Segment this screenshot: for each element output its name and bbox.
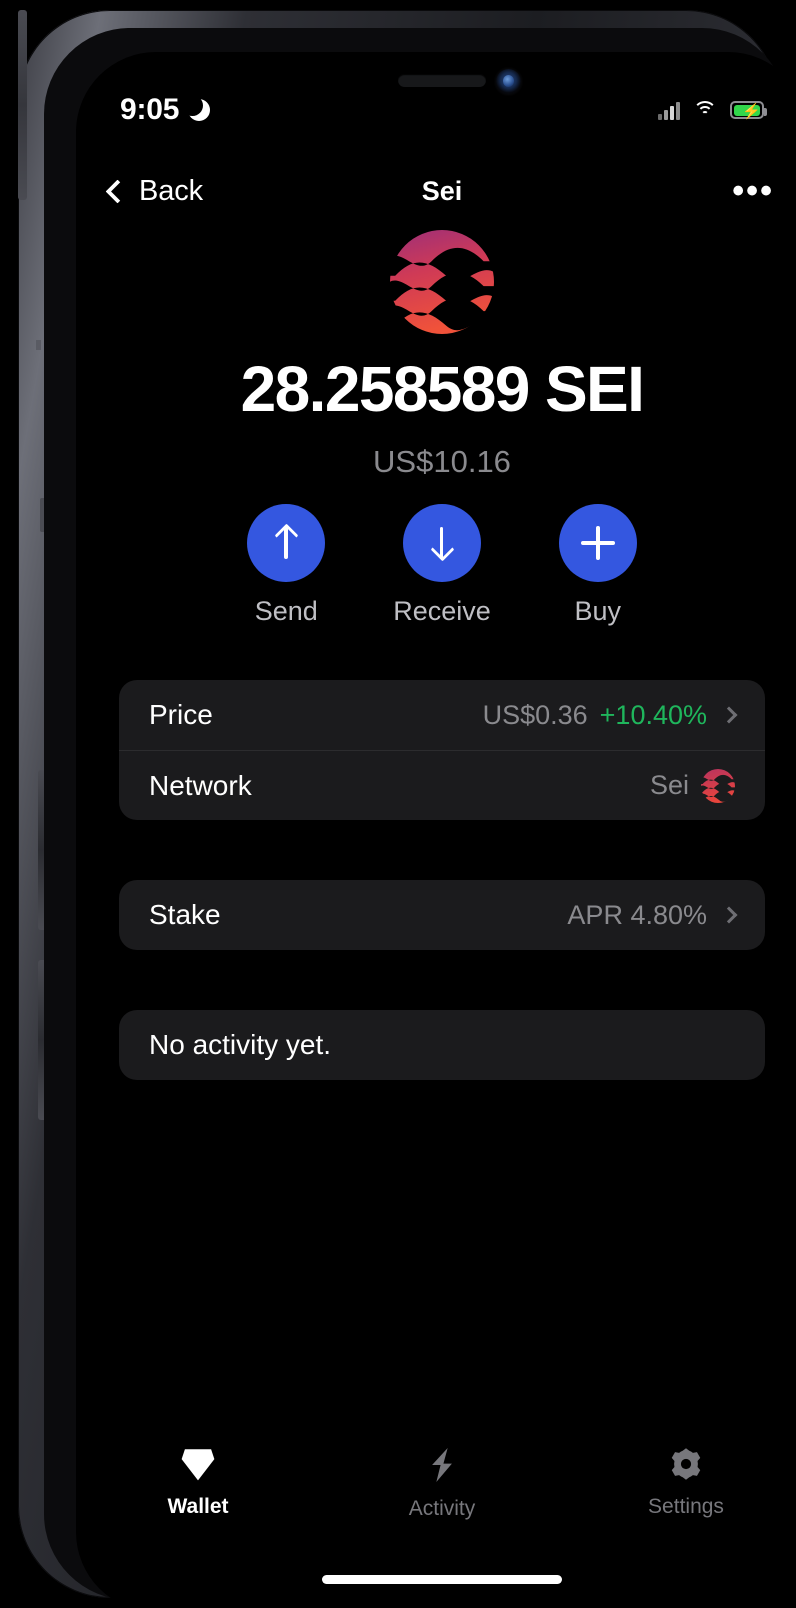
token-info-card: Price US$0.36 +10.40% Network Sei: [119, 680, 765, 820]
activity-empty-row: No activity yet.: [119, 1010, 765, 1080]
antenna-band: [36, 340, 41, 350]
network-row-value-group: Sei: [649, 768, 735, 803]
action-buttons: Send Receive Buy: [76, 504, 796, 627]
dynamic-island-area: [76, 52, 796, 112]
chevron-right-icon: [720, 706, 738, 724]
token-balance: 28.258589 SEI: [240, 353, 645, 425]
price-row-label: Price: [149, 699, 213, 730]
sei-logo-icon: [701, 768, 735, 803]
stake-row[interactable]: Stake APR 4.80%: [119, 880, 765, 950]
buy-button[interactable]: Buy: [558, 504, 637, 627]
stake-row-value-group: APR 4.80%: [567, 899, 738, 931]
screenshot-root: 9:05 ⚡ Back Sei ••• 28.258589 SEI US$10.…: [0, 0, 796, 1608]
page-title: Sei: [421, 175, 463, 206]
network-row[interactable]: Network Sei: [119, 750, 765, 820]
stake-card: Stake APR 4.80%: [119, 880, 765, 950]
price-change: +10.40%: [599, 699, 707, 730]
bolt-icon: [432, 1448, 452, 1482]
tab-activity-label: Activity: [408, 1497, 476, 1520]
navigation-bar: Back Sei •••: [76, 160, 796, 222]
bottom-tab-bar: Wallet Activity Settings: [76, 1442, 796, 1538]
activity-card: No activity yet.: [119, 1010, 765, 1080]
send-button[interactable]: Send: [247, 504, 326, 627]
tab-activity[interactable]: Activity: [367, 1446, 517, 1521]
earpiece-speaker-icon: [398, 74, 486, 87]
network-row-label: Network: [149, 769, 252, 801]
tab-settings[interactable]: Settings: [611, 1446, 761, 1519]
activity-empty-text: No activity yet.: [149, 1029, 332, 1060]
arrow-up-icon: [271, 523, 301, 561]
chevron-right-icon: [720, 906, 738, 924]
phone-frame: 9:05 ⚡ Back Sei ••• 28.258589 SEI US$10.…: [18, 10, 796, 1608]
gear-icon: [671, 1448, 701, 1480]
send-button-label: Send: [254, 596, 318, 626]
receive-button-label: Receive: [393, 596, 491, 626]
price-row-value-group: US$0.36 +10.40%: [482, 699, 738, 731]
token-fiat-value: US$10.16: [373, 444, 511, 479]
phone-bezel: 9:05 ⚡ Back Sei ••• 28.258589 SEI US$10.…: [44, 28, 796, 1608]
tab-wallet-label: Wallet: [167, 1495, 229, 1518]
receive-button-circle: [402, 504, 481, 582]
buy-button-label: Buy: [574, 596, 622, 626]
front-camera-icon: [496, 69, 521, 94]
home-indicator[interactable]: [322, 1575, 562, 1584]
network-value: Sei: [649, 770, 689, 800]
send-button-circle: [247, 504, 326, 582]
plus-icon: [580, 526, 615, 560]
buy-button-circle: [558, 504, 637, 582]
more-options-button[interactable]: •••: [732, 174, 774, 208]
price-value: US$0.36: [482, 699, 588, 730]
gem-icon: [181, 1449, 215, 1481]
sei-logo-icon: [390, 230, 494, 334]
arrow-down-icon: [427, 525, 457, 562]
token-logo: [390, 230, 494, 339]
stake-apr-value: APR 4.80%: [567, 899, 707, 930]
tab-wallet[interactable]: Wallet: [123, 1446, 273, 1519]
phone-screen: 9:05 ⚡ Back Sei ••• 28.258589 SEI US$10.…: [76, 52, 796, 1608]
price-row[interactable]: Price US$0.36 +10.40%: [119, 680, 765, 750]
stake-row-label: Stake: [149, 899, 221, 930]
receive-button[interactable]: Receive: [393, 504, 491, 627]
tab-settings-label: Settings: [648, 1495, 724, 1518]
power-button[interactable]: [18, 10, 27, 200]
